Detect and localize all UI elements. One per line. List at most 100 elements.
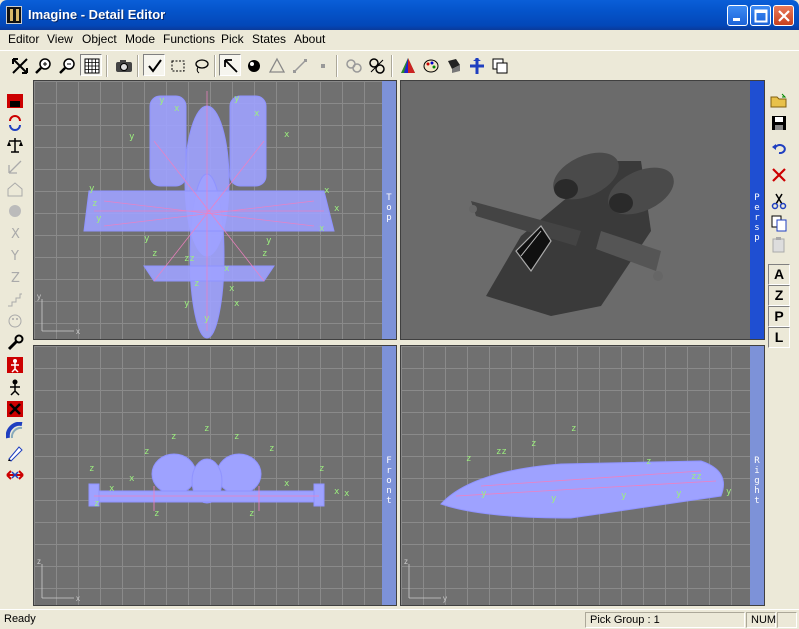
svg-text:z: z — [94, 499, 99, 509]
load-object-button[interactable] — [4, 90, 26, 111]
ungroup-button[interactable] — [365, 54, 387, 76]
transform-button[interactable] — [465, 54, 487, 76]
svg-text:z: z — [646, 457, 651, 467]
svg-text:y: y — [37, 292, 41, 301]
copy-button[interactable] — [768, 212, 790, 233]
svg-text:z: z — [269, 444, 274, 454]
viewport-right[interactable]: z z zz z z zz y y yyy z y Right — [400, 345, 765, 606]
flip-button[interactable] — [4, 464, 26, 485]
svg-text:z: z — [571, 424, 576, 434]
camera-icon — [116, 60, 132, 72]
maximize-button[interactable] — [750, 5, 771, 26]
render-button[interactable] — [442, 54, 464, 76]
mode-p-button[interactable]: P — [768, 306, 790, 327]
svg-text:y: y — [96, 214, 102, 224]
save-button[interactable] — [768, 112, 790, 133]
svg-text:z: z — [194, 279, 199, 289]
svg-text:z: z — [404, 557, 408, 566]
minimize-button[interactable] — [727, 5, 748, 26]
delete-button[interactable] — [768, 164, 790, 185]
menu-about[interactable]: About — [294, 32, 325, 46]
svg-text:zz: zz — [184, 254, 195, 264]
x-axis-button[interactable]: X — [4, 222, 26, 243]
mode-l-button[interactable]: L — [768, 327, 790, 348]
skeleton-icon — [10, 379, 20, 396]
svg-text:z: z — [89, 464, 94, 474]
mode-z-button[interactable]: Z — [768, 285, 790, 306]
wrench-button[interactable] — [4, 332, 26, 353]
copy-object-button[interactable] — [488, 54, 510, 76]
menu-object[interactable]: Object — [82, 32, 117, 46]
check-mode-button[interactable] — [143, 54, 165, 76]
circle-icon — [9, 205, 21, 217]
cut-button[interactable] — [768, 190, 790, 211]
palette-button[interactable] — [419, 54, 441, 76]
paste-button[interactable] — [768, 234, 790, 255]
attributes-button[interactable] — [396, 54, 418, 76]
zoom-fit-icon — [12, 58, 28, 74]
edit-path-button[interactable] — [4, 442, 26, 463]
figure-button[interactable] — [4, 354, 26, 375]
mirror-button[interactable] — [4, 398, 26, 419]
zoom-fit-button[interactable] — [8, 54, 30, 76]
zoom-out-button[interactable] — [56, 54, 78, 76]
pick-objects-button[interactable] — [242, 54, 264, 76]
svg-text:x: x — [76, 594, 80, 603]
box-select-button[interactable] — [166, 54, 188, 76]
maximize-icon — [754, 9, 768, 23]
svg-text:z: z — [144, 447, 149, 457]
grid-toggle-button[interactable] — [80, 54, 102, 76]
y-axis-button[interactable]: Y — [4, 244, 26, 265]
disabled-tool-4[interactable] — [4, 288, 26, 309]
disabled-tool-1[interactable] — [4, 156, 26, 177]
svg-text:x: x — [334, 487, 340, 497]
menu-editor[interactable]: Editor — [8, 32, 39, 46]
menu-states[interactable]: States — [252, 32, 286, 46]
svg-text:y: y — [676, 489, 682, 499]
duplicate-icon — [492, 58, 508, 74]
group-button[interactable] — [342, 54, 364, 76]
viewport-persp[interactable]: Persp — [400, 80, 765, 340]
disabled-tool-5[interactable] — [4, 310, 26, 331]
num-lock-indicator: NUM — [746, 612, 776, 628]
pick-point-single-button[interactable] — [311, 54, 333, 76]
svg-text:x: x — [174, 104, 180, 114]
rotate-button[interactable] — [4, 112, 26, 133]
menu-view[interactable]: View — [47, 32, 73, 46]
skeleton-button[interactable] — [4, 376, 26, 397]
lasso-select-button[interactable] — [189, 54, 211, 76]
disabled-tool-3[interactable] — [4, 200, 26, 221]
pick-faces-button[interactable] — [265, 54, 287, 76]
menu-pick[interactable]: Pick — [221, 32, 244, 46]
pick-points-button[interactable] — [219, 54, 241, 76]
mode-a-button[interactable]: A — [768, 264, 790, 285]
scale-button[interactable] — [4, 134, 26, 155]
disabled-tool-2[interactable] — [4, 178, 26, 199]
paste-icon — [772, 237, 785, 253]
viewport-front[interactable]: zzz zzzz xxzx zzxx z x Front — [33, 345, 397, 606]
svg-text:z: z — [37, 557, 41, 566]
svg-text:x: x — [229, 284, 235, 294]
svg-text:zz: zz — [496, 447, 507, 457]
bend-button[interactable] — [4, 420, 26, 441]
pick-group-field: Pick Group : 1 — [585, 612, 745, 628]
app-icon[interactable] — [6, 6, 22, 24]
camera-button[interactable] — [112, 54, 134, 76]
mirror-icon — [7, 401, 23, 417]
title-bar[interactable]: Imagine - Detail Editor — [0, 0, 799, 30]
open-button[interactable] — [768, 90, 790, 111]
undo-button[interactable] — [768, 138, 790, 159]
x-axis-icon: X — [11, 227, 20, 242]
svg-text:z: z — [262, 249, 267, 259]
zoom-in-button[interactable] — [32, 54, 54, 76]
svg-text:x: x — [76, 327, 80, 336]
save-icon — [772, 116, 786, 130]
close-icon — [778, 10, 790, 22]
pick-edges-button[interactable] — [288, 54, 310, 76]
viewport-top[interactable]: yxyx yxyx zxyx zz x z x yxyy yzz y x Top — [33, 80, 397, 340]
menu-mode[interactable]: Mode — [125, 32, 155, 46]
z-axis-button[interactable]: Z — [4, 266, 26, 287]
close-button[interactable] — [773, 5, 794, 26]
menu-functions[interactable]: Functions — [163, 32, 215, 46]
lasso-icon — [195, 59, 209, 74]
